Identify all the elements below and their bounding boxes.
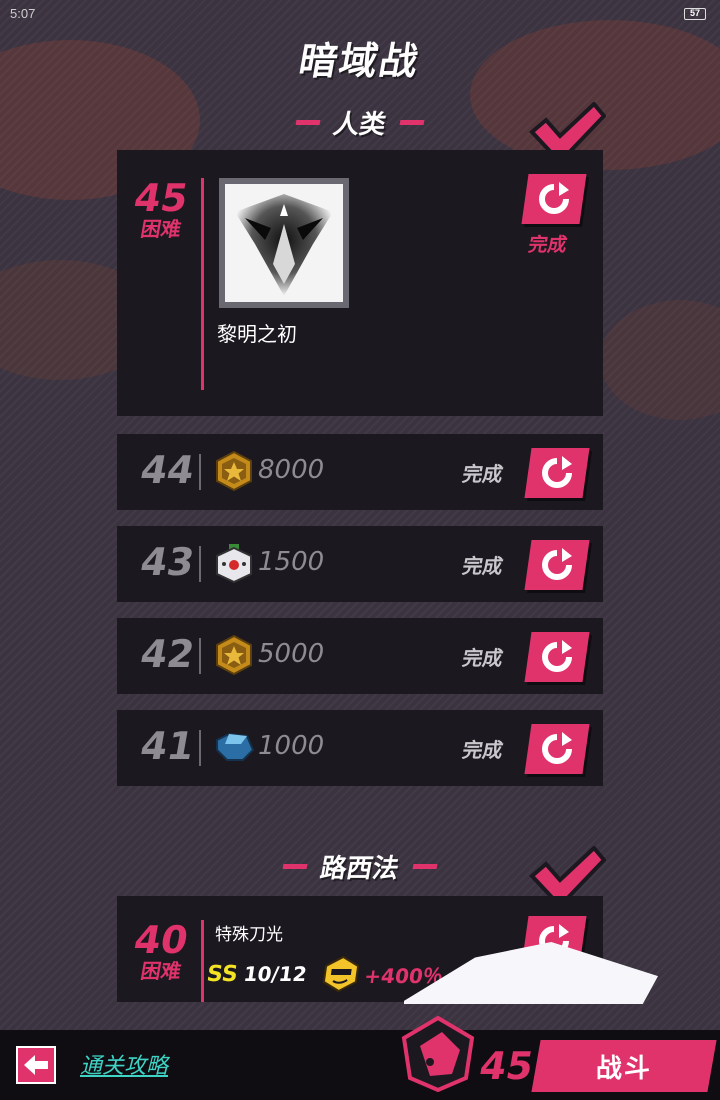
divider — [282, 864, 308, 869]
level-number: 41 — [137, 724, 198, 768]
replay-icon — [542, 456, 572, 488]
player-level: 45 — [476, 1044, 537, 1088]
section-header-lucifer: 路西法 — [0, 848, 720, 885]
divider — [199, 638, 201, 674]
replay-icon — [539, 182, 569, 214]
divider — [295, 120, 321, 125]
section-header-human: 人类 — [0, 104, 720, 141]
level-block: 40 困难 — [131, 918, 192, 983]
reward-value: 1500 — [258, 547, 325, 577]
stage-row[interactable]: 43 1500 完成 — [117, 526, 603, 602]
difficulty-label: 困难 — [138, 959, 184, 983]
status-complete: 完成 — [460, 554, 505, 578]
replay-icon — [542, 640, 572, 672]
rank-tag: SS — [205, 961, 240, 987]
bottom-bar: 通关攻略 45 战斗 — [0, 1016, 720, 1100]
divider — [199, 546, 201, 582]
replay-button[interactable] — [524, 632, 590, 682]
rank-count: 10/12 — [242, 962, 309, 986]
stage-card-featured[interactable]: 45 困难 黎明之初 完成 — [117, 150, 603, 416]
stage-name: 黎明之初 — [217, 322, 297, 346]
divider — [199, 454, 201, 490]
stage-row[interactable]: 41 1000 完成 — [117, 710, 603, 786]
divider — [399, 120, 425, 125]
back-arrow-icon — [24, 1055, 48, 1075]
reward-value: 5000 — [258, 639, 325, 669]
status-complete: 完成 — [460, 646, 505, 670]
special-effect-name: 特殊刀光 — [215, 925, 283, 945]
replay-icon — [542, 548, 572, 580]
replay-button[interactable] — [524, 540, 590, 590]
reward-value: 8000 — [258, 455, 325, 485]
robot-head-icon — [216, 544, 252, 584]
divider-bar — [201, 178, 204, 390]
level-number: 45 — [130, 176, 192, 220]
status-complete: 完成 — [460, 462, 505, 486]
strategy-guide-link[interactable]: 通关攻略 — [80, 1048, 168, 1080]
section-title: 人类 — [330, 110, 389, 140]
reward-value: 1000 — [258, 731, 325, 761]
status-time: 5:07 — [10, 6, 36, 21]
blue-crystal-icon — [216, 732, 255, 761]
fight-label: 战斗 — [595, 1053, 652, 1084]
divider-bar — [201, 920, 204, 1002]
level-number: 44 — [137, 448, 198, 492]
boss-portrait — [219, 178, 349, 308]
status-complete: 完成 — [526, 234, 569, 256]
battery-icon: 57 — [684, 8, 706, 20]
stage-row[interactable]: 44 8000 完成 — [117, 434, 603, 510]
replay-button[interactable] — [521, 174, 587, 224]
level-number: 43 — [137, 540, 198, 584]
level-number: 40 — [130, 918, 192, 962]
level-block: 45 困难 — [131, 176, 192, 241]
character-avatar-icon — [401, 1016, 475, 1092]
divider — [199, 730, 201, 766]
boss-mask-image — [235, 194, 333, 296]
back-button[interactable] — [16, 1046, 56, 1084]
rank-progress: SS 10/12 +400％ — [204, 956, 445, 992]
bonus-emblem-icon — [322, 956, 359, 992]
level-number: 42 — [137, 632, 198, 676]
status-complete: 完成 — [460, 738, 505, 762]
section-title: 路西法 — [317, 854, 402, 884]
gold-coin-icon — [216, 450, 252, 492]
difficulty-label: 困难 — [138, 217, 184, 241]
divider — [412, 864, 438, 869]
replay-button[interactable] — [524, 448, 590, 498]
replay-button[interactable] — [524, 724, 590, 774]
page-title: 暗域战 — [295, 39, 424, 83]
replay-icon — [542, 732, 572, 764]
stage-row[interactable]: 42 5000 完成 — [117, 618, 603, 694]
fight-button[interactable]: 战斗 — [531, 1040, 717, 1092]
gold-coin-icon — [216, 634, 252, 676]
